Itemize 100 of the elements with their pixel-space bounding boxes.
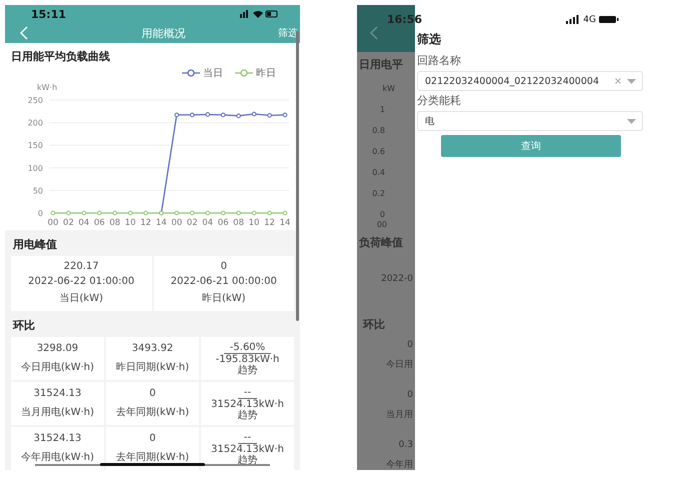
background-text: 0 xyxy=(380,210,386,220)
background-text: 0.4 xyxy=(372,168,386,178)
legend-label: 当日 xyxy=(203,66,223,80)
background-text: 环比 xyxy=(362,320,386,330)
legend-marker-icon xyxy=(182,69,200,77)
trend-difference: -195.83kW·h xyxy=(216,354,280,364)
legend-marker-icon xyxy=(235,69,253,77)
clear-icon xyxy=(615,78,621,84)
back-icon xyxy=(369,26,379,40)
background-text: 今年用 xyxy=(386,460,414,470)
stat-time: 2022-06-22 01:00:00 xyxy=(28,276,134,287)
background-text: 0.3 xyxy=(398,440,414,450)
signal-icon xyxy=(566,15,580,24)
cell-label: 今年用电(kW·h) xyxy=(21,450,94,464)
data-point xyxy=(174,112,180,118)
tick-label: 0 xyxy=(38,209,43,218)
cell-label: 去年同期(kW·h) xyxy=(116,450,189,464)
legend-label: 昨日 xyxy=(256,67,276,80)
select-field[interactable]: 02122032400004_02122032400004 xyxy=(417,71,643,91)
tick-label: 00 xyxy=(171,218,182,228)
cell-label: 昨日同期(kW·h) xyxy=(116,360,189,374)
background-text: 负荷峰值 xyxy=(358,238,404,248)
background-text: 00 xyxy=(376,220,388,230)
network-label: 4G xyxy=(583,14,596,24)
tick-label: 08 xyxy=(233,218,244,228)
background-text: 1 xyxy=(380,105,386,115)
background-text: 0.8 xyxy=(372,126,386,136)
field-label: 回路名称 xyxy=(417,53,462,68)
data-point xyxy=(236,114,241,118)
tick-label: 08 xyxy=(109,218,120,228)
data-point xyxy=(190,112,194,118)
data-point xyxy=(252,210,256,216)
cell-value: 0 xyxy=(149,388,156,399)
data-point xyxy=(144,210,148,216)
cell-value: 31524.13 xyxy=(34,388,82,399)
cell-label: 当月用电(kW·h) xyxy=(21,406,94,419)
trend-label: 趋势 xyxy=(238,364,258,376)
cell-value: 3298.09 xyxy=(36,343,78,354)
data-point xyxy=(97,210,102,216)
background-text: 2022-0 xyxy=(381,274,414,284)
data-point xyxy=(205,112,210,117)
trend-label: 趋势 xyxy=(238,410,258,420)
section-title: 环比 xyxy=(12,318,36,334)
data-point xyxy=(252,112,256,116)
status-time: 15:11 xyxy=(31,8,66,21)
tick-label: 02 xyxy=(186,218,198,228)
trend-difference: 31524.13kW·h xyxy=(211,398,284,410)
background-text: 当月用 xyxy=(386,410,414,420)
tick-label: 10 xyxy=(248,218,260,228)
data-point xyxy=(267,210,272,216)
stat-value: 220.17 xyxy=(64,261,99,272)
tick-label: 150 xyxy=(28,141,43,150)
field-label: 分类能耗 xyxy=(417,93,462,108)
trend-percent: -5.60% xyxy=(224,342,272,354)
data-point xyxy=(112,210,118,216)
data-point xyxy=(50,210,56,216)
stat-time: 2022-06-21 00:00:00 xyxy=(170,276,277,287)
tick-label: 50 xyxy=(32,186,43,196)
tick-label: 200 xyxy=(28,118,43,128)
tick-label: 12 xyxy=(264,218,275,228)
data-point xyxy=(205,210,210,216)
background-text: 0 xyxy=(407,390,414,400)
tick-label: 04 xyxy=(78,218,90,228)
stat-label: 当日(kW) xyxy=(60,292,103,305)
cell-value: 3493.92 xyxy=(132,343,174,354)
tick-label: 06 xyxy=(94,218,105,228)
data-point xyxy=(66,210,71,216)
section-title: 日用能平均负载曲线 xyxy=(11,49,111,64)
cell-label: 今日用电(kW·h) xyxy=(21,360,94,374)
background-text: kW xyxy=(382,84,396,94)
trend-percent: -- xyxy=(238,386,258,398)
trend-label: 趋势 xyxy=(238,454,258,466)
data-point xyxy=(190,210,194,216)
tick-label: 02 xyxy=(63,218,74,228)
tick-label: 00 xyxy=(48,218,58,228)
tick-label: 04 xyxy=(202,218,214,228)
background-text: 0.2 xyxy=(372,189,386,199)
background-text: 0.6 xyxy=(372,147,386,157)
background-text: 今日用 xyxy=(386,360,414,370)
background-text: 0 xyxy=(407,340,414,350)
tick-label: 06 xyxy=(218,218,229,228)
tick-label: 100 xyxy=(28,164,43,173)
battery-icon xyxy=(599,15,619,24)
data-point xyxy=(282,210,288,216)
section-title: 用电峰值 xyxy=(12,237,58,253)
dropdown-caret-icon xyxy=(627,118,636,124)
data-point xyxy=(82,210,86,216)
trend-percent: -- xyxy=(238,432,258,444)
data-point xyxy=(236,210,241,216)
data-point xyxy=(220,210,226,216)
status-icons xyxy=(240,9,280,20)
dropdown-caret-icon xyxy=(627,78,636,84)
tick-label: 14 xyxy=(156,218,167,228)
data-point xyxy=(267,113,272,118)
data-point xyxy=(220,112,226,118)
trend-difference: 31524.13kW·h xyxy=(211,444,284,454)
select-field[interactable]: 电 xyxy=(417,111,643,131)
stat-value: 0 xyxy=(220,261,227,272)
data-point xyxy=(128,210,133,216)
tick-label: 250 xyxy=(28,96,43,105)
